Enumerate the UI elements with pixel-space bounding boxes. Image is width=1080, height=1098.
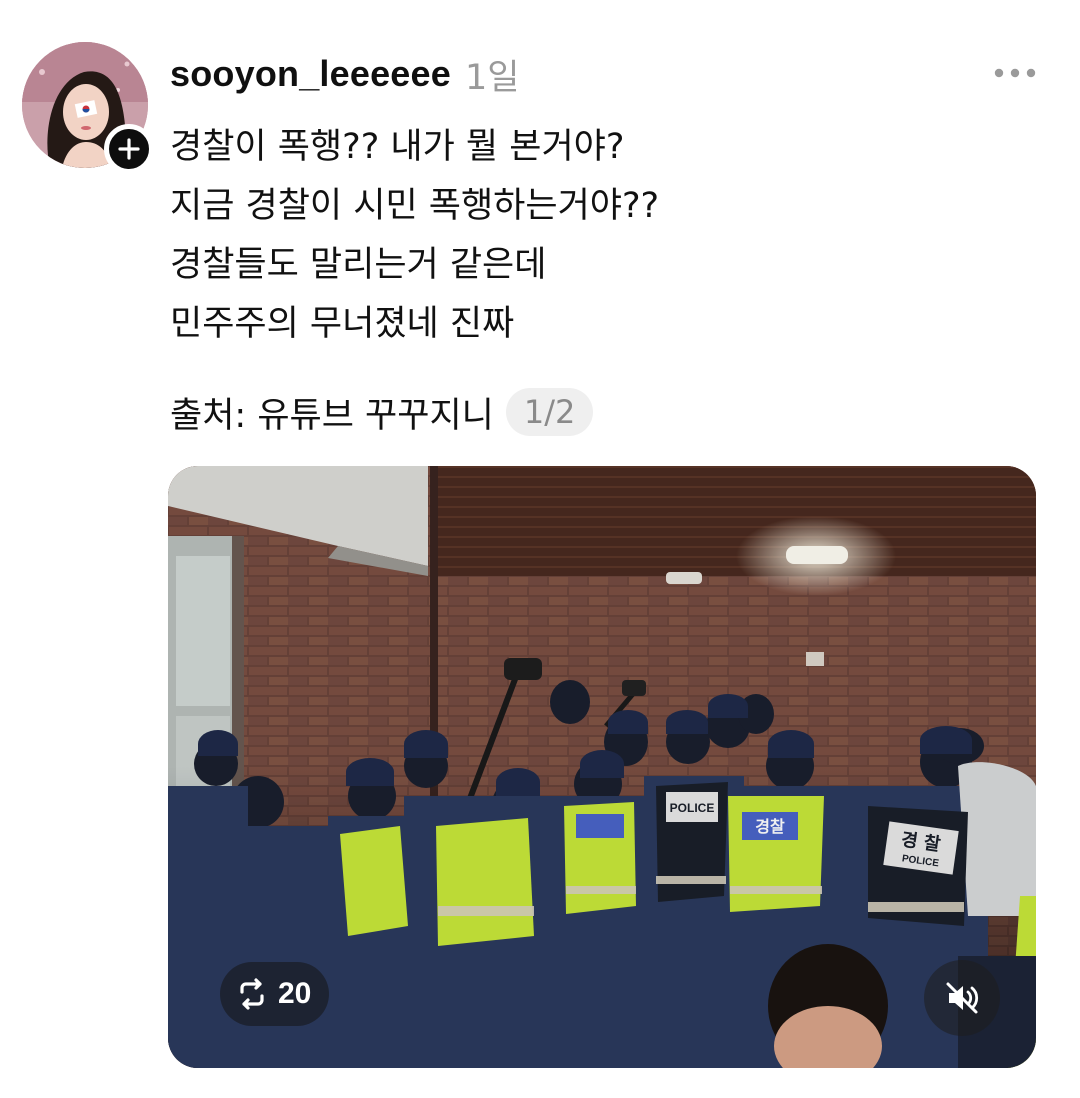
post-line-3: 경찰들도 말리는거 같은데 xyxy=(170,245,547,285)
page-indicator: 1/2 xyxy=(505,388,594,436)
post-line-2: 지금 경찰이 시민 폭행하는거야?? xyxy=(170,186,660,226)
source-row: 출처: 유튜브 꾸꾸지니 1/2 xyxy=(170,384,594,440)
follow-button[interactable] xyxy=(104,124,154,174)
speaker-muted-icon xyxy=(946,982,979,1014)
post-line-4: 민주주의 무너졌네 진짜 xyxy=(170,304,515,344)
more-options-button[interactable] xyxy=(986,54,1044,92)
mute-toggle-button[interactable] xyxy=(924,960,1000,1036)
post-timestamp: 1일 xyxy=(464,57,520,98)
video-player[interactable]: POLICE 경찰 경 찰 POLICE 20 xyxy=(168,466,1036,1068)
repost-icon xyxy=(240,978,264,1010)
more-horizontal-icon xyxy=(994,68,1036,78)
post-line-1: 경찰이 폭행?? 내가 뭘 본거야? xyxy=(170,127,625,167)
repost-count-badge[interactable]: 20 xyxy=(220,962,330,1026)
avatar-wrapper[interactable] xyxy=(22,42,154,174)
repost-count: 20 xyxy=(278,977,312,1010)
plus-icon xyxy=(118,138,140,160)
post-body: 경찰이 폭행?? 내가 뭘 본거야? 지금 경찰이 시민 폭행하는거야?? 경찰… xyxy=(170,118,1030,354)
username-link[interactable]: sooyon_leeeeee xyxy=(170,53,451,95)
source-text: 출처: 유튜브 꾸꾸지니 xyxy=(170,395,494,436)
post-header: sooyon_leeeeee 1일 xyxy=(170,48,519,100)
